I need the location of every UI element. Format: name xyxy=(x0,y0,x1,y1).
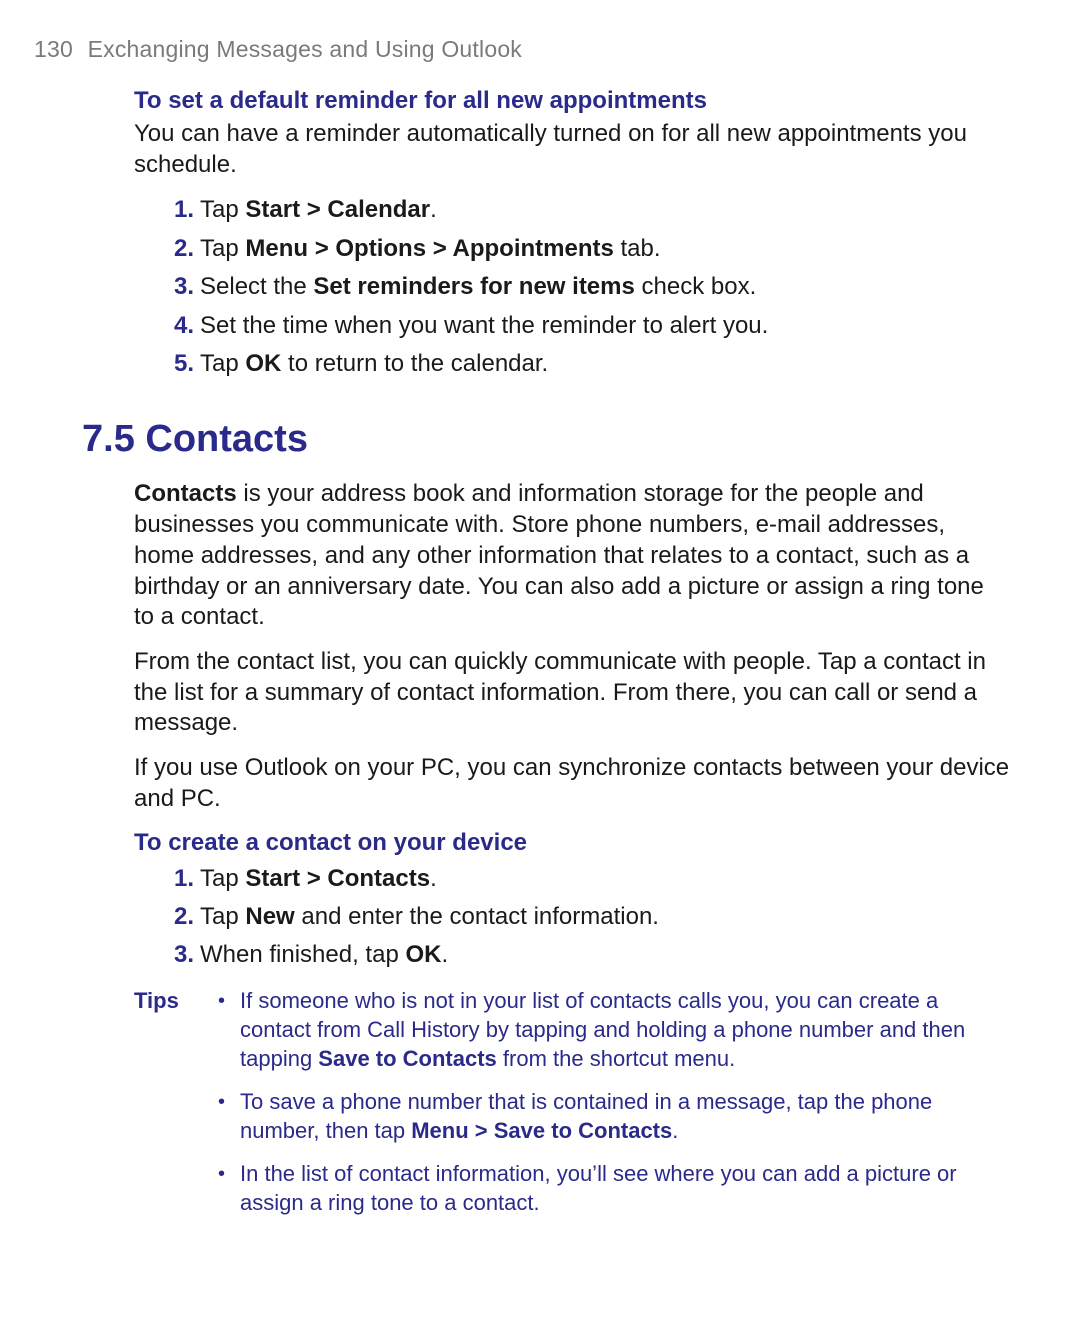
procedure-title: To create a contact on your device xyxy=(134,829,1010,857)
step-number: 1. xyxy=(164,194,194,226)
step-number: 5. xyxy=(164,348,194,380)
paragraph: From the contact list, you can quickly c… xyxy=(134,647,1010,739)
running-title: Exchanging Messages and Using Outlook xyxy=(88,36,522,62)
list-item: 2. Tap Menu > Options > Appointments tab… xyxy=(164,233,1010,265)
procedure-intro: You can have a reminder automatically tu… xyxy=(134,119,1010,180)
step-number: 2. xyxy=(164,901,194,933)
step-number: 4. xyxy=(164,310,194,342)
step-text: Tap Menu > Options > Appointments tab. xyxy=(200,235,661,262)
bullet-icon: • xyxy=(218,1089,225,1115)
step-number: 3. xyxy=(164,271,194,303)
section-heading-wrap: 7.5 Contacts xyxy=(82,418,1010,461)
list-item: 3. When finished, tap OK. xyxy=(164,939,1010,971)
step-text: When finished, tap OK. xyxy=(200,941,448,968)
document-page: 130 Exchanging Messages and Using Outloo… xyxy=(0,0,1080,1327)
list-item: • If someone who is not in your list of … xyxy=(216,986,1010,1073)
list-item: • In the list of contact information, yo… xyxy=(216,1159,1010,1217)
tip-text: In the list of contact information, you’… xyxy=(240,1161,957,1215)
list-item: 1. Tap Start > Calendar. xyxy=(164,194,1010,226)
step-number: 1. xyxy=(164,863,194,895)
step-text: Tap New and enter the contact informatio… xyxy=(200,903,659,930)
list-item: 4. Set the time when you want the remind… xyxy=(164,310,1010,342)
list-item: 3. Select the Set reminders for new item… xyxy=(164,271,1010,303)
body-content: To set a default reminder for all new ap… xyxy=(134,87,1010,380)
tips-list: • If someone who is not in your list of … xyxy=(216,986,1010,1231)
tip-text: If someone who is not in your list of co… xyxy=(240,988,965,1071)
procedure-create-contact: To create a contact on your device 1. Ta… xyxy=(134,829,1010,972)
running-header: 130 Exchanging Messages and Using Outloo… xyxy=(34,36,1010,63)
step-number: 2. xyxy=(164,233,194,265)
list-item: • To save a phone number that is contain… xyxy=(216,1087,1010,1145)
step-text: Tap OK to return to the calendar. xyxy=(200,350,548,377)
list-item: 1. Tap Start > Contacts. xyxy=(164,863,1010,895)
tips-block: Tips • If someone who is not in your lis… xyxy=(134,986,1010,1231)
bullet-icon: • xyxy=(218,1161,225,1187)
page-number: 130 xyxy=(34,36,73,62)
step-number: 3. xyxy=(164,939,194,971)
list-item: 2. Tap New and enter the contact informa… xyxy=(164,901,1010,933)
step-text: Tap Start > Contacts. xyxy=(200,865,437,892)
step-text: Select the Set reminders for new items c… xyxy=(200,273,756,300)
step-text: Set the time when you want the reminder … xyxy=(200,312,768,339)
step-text: Tap Start > Calendar. xyxy=(200,196,437,223)
tips-label: Tips xyxy=(134,986,216,1231)
lead-word: Contacts xyxy=(134,480,237,507)
reminder-steps: 1. Tap Start > Calendar. 2. Tap Menu > O… xyxy=(164,194,1010,380)
tip-text: To save a phone number that is contained… xyxy=(240,1089,932,1143)
procedure-title: To set a default reminder for all new ap… xyxy=(134,87,1010,115)
bullet-icon: • xyxy=(218,988,225,1014)
paragraph: If you use Outlook on your PC, you can s… xyxy=(134,753,1010,814)
paragraph: Contacts is your address book and inform… xyxy=(134,479,1010,633)
list-item: 5. Tap OK to return to the calendar. xyxy=(164,348,1010,380)
contacts-content: Contacts is your address book and inform… xyxy=(134,479,1010,1231)
section-heading: 7.5 Contacts xyxy=(82,418,1010,461)
create-steps: 1. Tap Start > Contacts. 2. Tap New and … xyxy=(164,863,1010,972)
procedure-reminder: To set a default reminder for all new ap… xyxy=(134,87,1010,380)
